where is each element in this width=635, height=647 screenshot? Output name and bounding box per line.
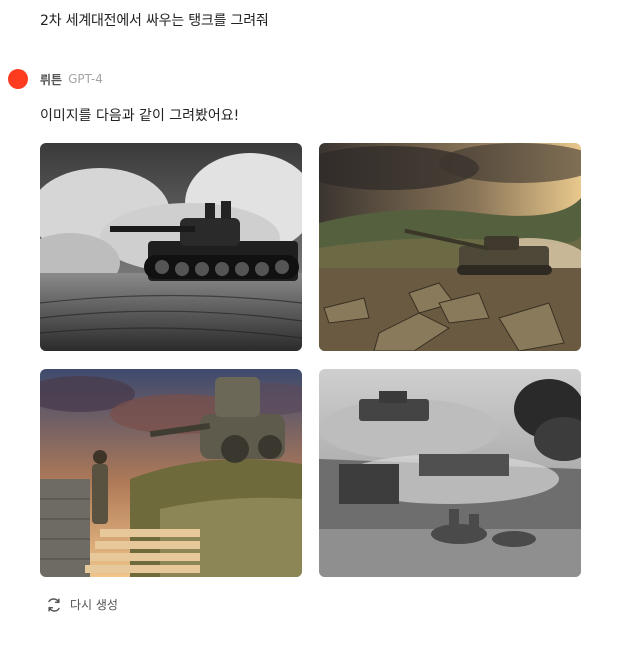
user-prompt-message: 2차 세계대전에서 싸우는 탱크를 그려줘 bbox=[40, 13, 269, 29]
model-name: GPT-4 bbox=[68, 72, 103, 86]
generated-image-1[interactable] bbox=[40, 143, 302, 351]
assistant-avatar bbox=[8, 69, 28, 89]
assistant-message: 이미지를 다음과 같이 그려봤어요! bbox=[40, 108, 240, 124]
assistant-name: 뤼튼 bbox=[40, 72, 63, 87]
generated-image-4[interactable] bbox=[319, 369, 581, 577]
generated-image-2[interactable] bbox=[319, 143, 581, 351]
regenerate-button[interactable]: 다시 생성 bbox=[46, 596, 118, 613]
generated-image-grid bbox=[40, 143, 581, 577]
generated-image-3[interactable] bbox=[40, 369, 302, 577]
assistant-header: 뤼튼 GPT-4 bbox=[8, 69, 103, 89]
refresh-icon bbox=[46, 597, 62, 613]
regenerate-label: 다시 생성 bbox=[70, 598, 118, 612]
